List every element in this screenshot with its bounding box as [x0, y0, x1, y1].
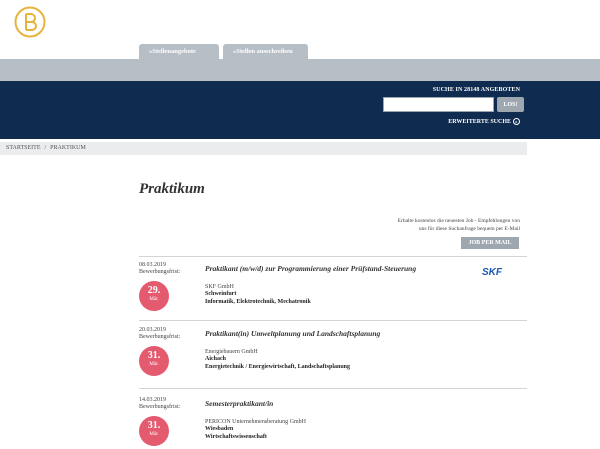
- promo-line-1: Erhalte kostenlos die neuesten Job - Emp…: [397, 218, 520, 224]
- job-company: SKF GmbH: [205, 284, 234, 290]
- deadline-month: Mär.: [149, 297, 159, 302]
- page-title: Praktikum: [139, 181, 205, 197]
- skf-logo-icon[interactable]: SKF: [472, 266, 512, 276]
- skf-logo-text: SKF: [482, 267, 503, 276]
- circle-b-logo-icon[interactable]: [14, 6, 46, 38]
- job-per-mail-button[interactable]: JOB PER MAIL: [461, 237, 519, 249]
- deadline-day: 31.: [147, 350, 161, 361]
- job-listing: 08.03.2019 Bewerbungsfrist: 29. Mär. Pra…: [139, 262, 527, 324]
- advanced-search-label: ERWEITERTE SUCHE: [448, 118, 511, 125]
- deadline-badge: 29. Mär.: [139, 281, 169, 311]
- advanced-search-link[interactable]: ERWEITERTE SUCHE ▸: [448, 118, 520, 125]
- promo-line-2: uns für diese Suchanfrage bequem per E-M…: [418, 226, 520, 232]
- job-company: Energiebauern GmbH: [205, 349, 258, 355]
- job-date: 20.03.2019: [139, 327, 166, 333]
- search-caption: SUCHE IN 28148 ANGEBOTEN: [432, 87, 520, 93]
- job-listing: 20.03.2019 Bewerbungsfrist: 31. Mär. Pra…: [139, 327, 527, 385]
- job-categories: Wirtschaftswissenschaft: [205, 434, 267, 440]
- job-company: PERICON Unternehmensberatung GmbH: [205, 419, 306, 425]
- deadline-month: Mär.: [149, 362, 159, 367]
- deadline-label: Bewerbungsfrist:: [139, 334, 181, 340]
- deadline-month: Mär.: [149, 432, 159, 437]
- job-listing: 14.03.2019 Bewerbungsfrist: 31. Mär. Sem…: [139, 397, 527, 449]
- search-button[interactable]: LOS!: [497, 97, 524, 112]
- job-city: Aichach: [205, 356, 226, 362]
- tab-stellen-ausschreiben[interactable]: »Stellen ausschreiben: [223, 44, 308, 59]
- job-categories: Informatik, Elektrotechnik, Mechatronik: [205, 299, 311, 305]
- deadline-day: 29.: [147, 285, 161, 296]
- breadcrumb-current: PRAKTIKUM: [50, 145, 86, 151]
- breadcrumb: STARTSEITE / PRAKTIKUM: [0, 142, 527, 155]
- tab-stellenangebote[interactable]: »Stellenangebote: [139, 44, 219, 59]
- grey-header-band: [0, 59, 600, 81]
- deadline-label: Bewerbungsfrist:: [139, 269, 181, 275]
- breadcrumb-home[interactable]: STARTSEITE: [6, 145, 41, 151]
- job-city: Wiesbaden: [205, 426, 234, 432]
- divider: [139, 388, 527, 389]
- job-title-link[interactable]: Praktikant (m/w/d) zur Programmierung ei…: [205, 264, 416, 273]
- search-input[interactable]: [383, 97, 494, 112]
- job-title-link[interactable]: Praktikant(in) Umweltplanung und Landsch…: [205, 329, 380, 338]
- chevron-circle-icon: ▸: [513, 118, 520, 125]
- job-title-link[interactable]: Semesterpraktikant/in: [205, 399, 273, 408]
- divider: [139, 256, 527, 257]
- jobmail-promo: Erhalte kostenlos die neuesten Job - Emp…: [340, 217, 520, 233]
- deadline-label: Bewerbungsfrist:: [139, 404, 181, 410]
- job-categories: Energietechnik / Energiewirtschaft, Land…: [205, 364, 351, 370]
- top-tabs: »Stellenangebote »Stellen ausschreiben: [139, 44, 308, 59]
- deadline-badge: 31. Mär.: [139, 346, 169, 376]
- job-date: 08.03.2019: [139, 262, 166, 268]
- job-city: Schweinfurt: [205, 291, 237, 297]
- job-date: 14.03.2019: [139, 397, 166, 403]
- deadline-day: 31.: [147, 420, 161, 431]
- divider: [139, 320, 527, 321]
- breadcrumb-separator: /: [44, 145, 47, 151]
- deadline-badge: 31. Mär.: [139, 416, 169, 446]
